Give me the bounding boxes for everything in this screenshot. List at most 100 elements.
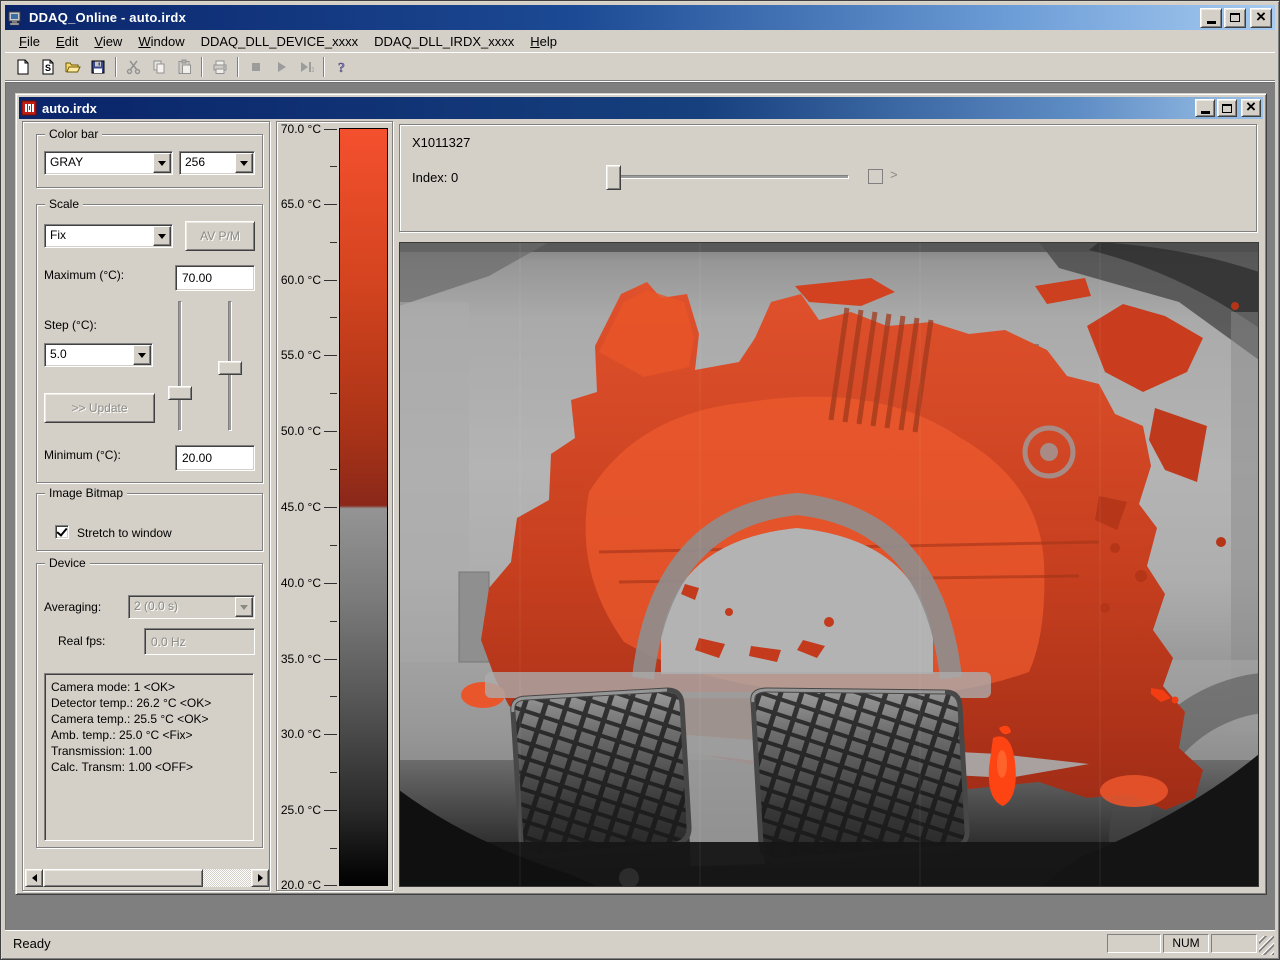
- doc-close-button[interactable]: [1241, 97, 1261, 117]
- scrollbar-thumb[interactable]: [43, 869, 203, 887]
- chevron-down-icon[interactable]: [133, 345, 151, 365]
- step-combobox[interactable]: 5.0: [44, 343, 153, 367]
- stretch-checkbox[interactable]: [55, 525, 69, 539]
- frame-advance-checkbox[interactable]: [868, 169, 883, 184]
- window-title: DDAQ_Online - auto.irdx: [29, 10, 187, 25]
- open-button[interactable]: [61, 55, 85, 78]
- maximize-icon: [1230, 13, 1240, 22]
- menu-edit[interactable]: Edit: [48, 32, 86, 51]
- arrow-right-icon: [257, 874, 263, 882]
- new-script-button[interactable]: S: [36, 55, 60, 78]
- scale-mode-combobox[interactable]: Fix: [44, 224, 173, 248]
- max-slider-thumb[interactable]: [168, 386, 192, 400]
- menu-ddaq-dll-device[interactable]: DDAQ_DLL_DEVICE_xxxx: [193, 32, 367, 51]
- tick-mark-minor: [330, 696, 337, 697]
- minimum-input[interactable]: [175, 445, 255, 471]
- document-window: auto.irdx Color bar GRAY 256: [15, 93, 1267, 895]
- status-bar: Ready NUM: [5, 930, 1275, 955]
- info-line: Transmission: 1.00: [51, 744, 152, 758]
- chevron-down-icon[interactable]: [235, 153, 253, 173]
- scrollbar-track[interactable]: [203, 869, 251, 887]
- frame-advance-arrow-icon: [890, 167, 898, 182]
- levels-value: 256: [185, 155, 206, 169]
- step-value: 5.0: [50, 347, 67, 361]
- menu-help[interactable]: Help: [522, 32, 565, 51]
- scroll-left-button[interactable]: [25, 869, 43, 887]
- scale-tick-label: 40.0 °C: [280, 576, 321, 590]
- scale-tick-label: 70.0 °C: [280, 122, 321, 136]
- menu-view[interactable]: View: [86, 32, 130, 51]
- new-button[interactable]: [11, 55, 35, 78]
- scale-legend: Scale: [45, 197, 84, 211]
- open-folder-icon: [65, 62, 81, 72]
- frame-index-label: Index: 0: [412, 170, 459, 185]
- stop-button[interactable]: [244, 55, 268, 78]
- tick-mark-minor: [330, 317, 337, 318]
- min-slider-thumb[interactable]: [218, 361, 242, 375]
- palette-combobox[interactable]: GRAY: [44, 151, 173, 175]
- toolbar: S 1 ?: [5, 52, 1275, 81]
- info-line: Calc. Transm: 1.00 <OFF>: [51, 760, 194, 774]
- scroll-right-button[interactable]: [251, 869, 269, 887]
- app-icon: [8, 11, 21, 25]
- close-icon: [1255, 7, 1267, 27]
- menu-ddaq-dll-irdx[interactable]: DDAQ_DLL_IRDX_xxxx: [366, 32, 522, 51]
- chevron-down-icon[interactable]: [153, 226, 171, 246]
- doc-minimize-button[interactable]: [1195, 99, 1215, 117]
- chevron-down-icon[interactable]: [153, 153, 171, 173]
- step-button[interactable]: 1: [294, 55, 318, 78]
- tick-mark: [324, 506, 337, 508]
- av-pm-button[interactable]: AV P/M: [185, 221, 255, 251]
- temperature-scale-pane: 70.0 °C 65.0 °C 60.0 °C 55.0 °C 50.0 °C …: [276, 121, 393, 892]
- scale-tick-label: 55.0 °C: [280, 348, 321, 362]
- menu-file[interactable]: File: [11, 32, 48, 51]
- tick-mark: [324, 430, 337, 432]
- scale-mode-value: Fix: [50, 228, 66, 242]
- step-one-icon: 1: [301, 61, 314, 74]
- max-slider-track[interactable]: [178, 301, 182, 431]
- averaging-combobox[interactable]: 2 (0.0 s): [128, 595, 255, 619]
- close-button[interactable]: [1250, 7, 1272, 28]
- print-button[interactable]: [208, 55, 232, 78]
- frame-slider-track[interactable]: [613, 175, 849, 179]
- menu-bar: File Edit View Window DDAQ_DLL_DEVICE_xx…: [5, 30, 1275, 52]
- menu-window[interactable]: Window: [130, 32, 192, 51]
- info-line: Detector temp.: 26.2 °C <OK>: [51, 696, 212, 710]
- palette-value: GRAY: [50, 155, 84, 169]
- tick-mark: [324, 128, 337, 130]
- averaging-label: Averaging:: [44, 600, 102, 614]
- frame-slider-thumb[interactable]: [606, 165, 621, 190]
- tick-mark-minor: [330, 545, 337, 546]
- tick-mark-minor: [330, 242, 337, 243]
- minimize-button[interactable]: [1200, 7, 1222, 28]
- document-title-bar: auto.irdx: [19, 97, 1263, 119]
- maximum-input[interactable]: [175, 265, 255, 291]
- maximum-label: Maximum (°C):: [44, 268, 125, 282]
- scale-tick-label: 65.0 °C: [280, 197, 321, 211]
- levels-combobox[interactable]: 256: [179, 151, 255, 175]
- save-button[interactable]: [86, 55, 110, 78]
- status-message: Ready: [13, 935, 51, 951]
- minimize-icon: [1200, 111, 1210, 114]
- horizontal-scrollbar[interactable]: [25, 869, 269, 887]
- doc-maximize-button[interactable]: [1217, 99, 1237, 117]
- averaging-value: 2 (0.0 s): [134, 599, 179, 613]
- application-window: DDAQ_Online - auto.irdx File Edit View W…: [0, 0, 1280, 960]
- resize-grip[interactable]: [1259, 936, 1274, 955]
- tick-mark-minor: [330, 166, 337, 167]
- image-bitmap-legend: Image Bitmap: [45, 486, 128, 500]
- help-button[interactable]: ?: [330, 55, 354, 78]
- play-button[interactable]: [269, 55, 293, 78]
- maximize-button[interactable]: [1224, 7, 1246, 28]
- chevron-down-icon[interactable]: [235, 597, 253, 617]
- copy-button[interactable]: [147, 55, 171, 78]
- thermal-image-canvas: [399, 242, 1259, 887]
- stop-icon: [252, 62, 260, 71]
- scale-tick-label: 25.0 °C: [280, 803, 321, 817]
- info-line: Amb. temp.: 25.0 °C <Fix>: [51, 728, 193, 742]
- update-button[interactable]: >> Update: [44, 393, 155, 423]
- color-bar-legend: Color bar: [45, 127, 103, 141]
- paste-button[interactable]: [172, 55, 196, 78]
- cut-button[interactable]: [122, 55, 146, 78]
- status-pane-empty: [1211, 933, 1257, 953]
